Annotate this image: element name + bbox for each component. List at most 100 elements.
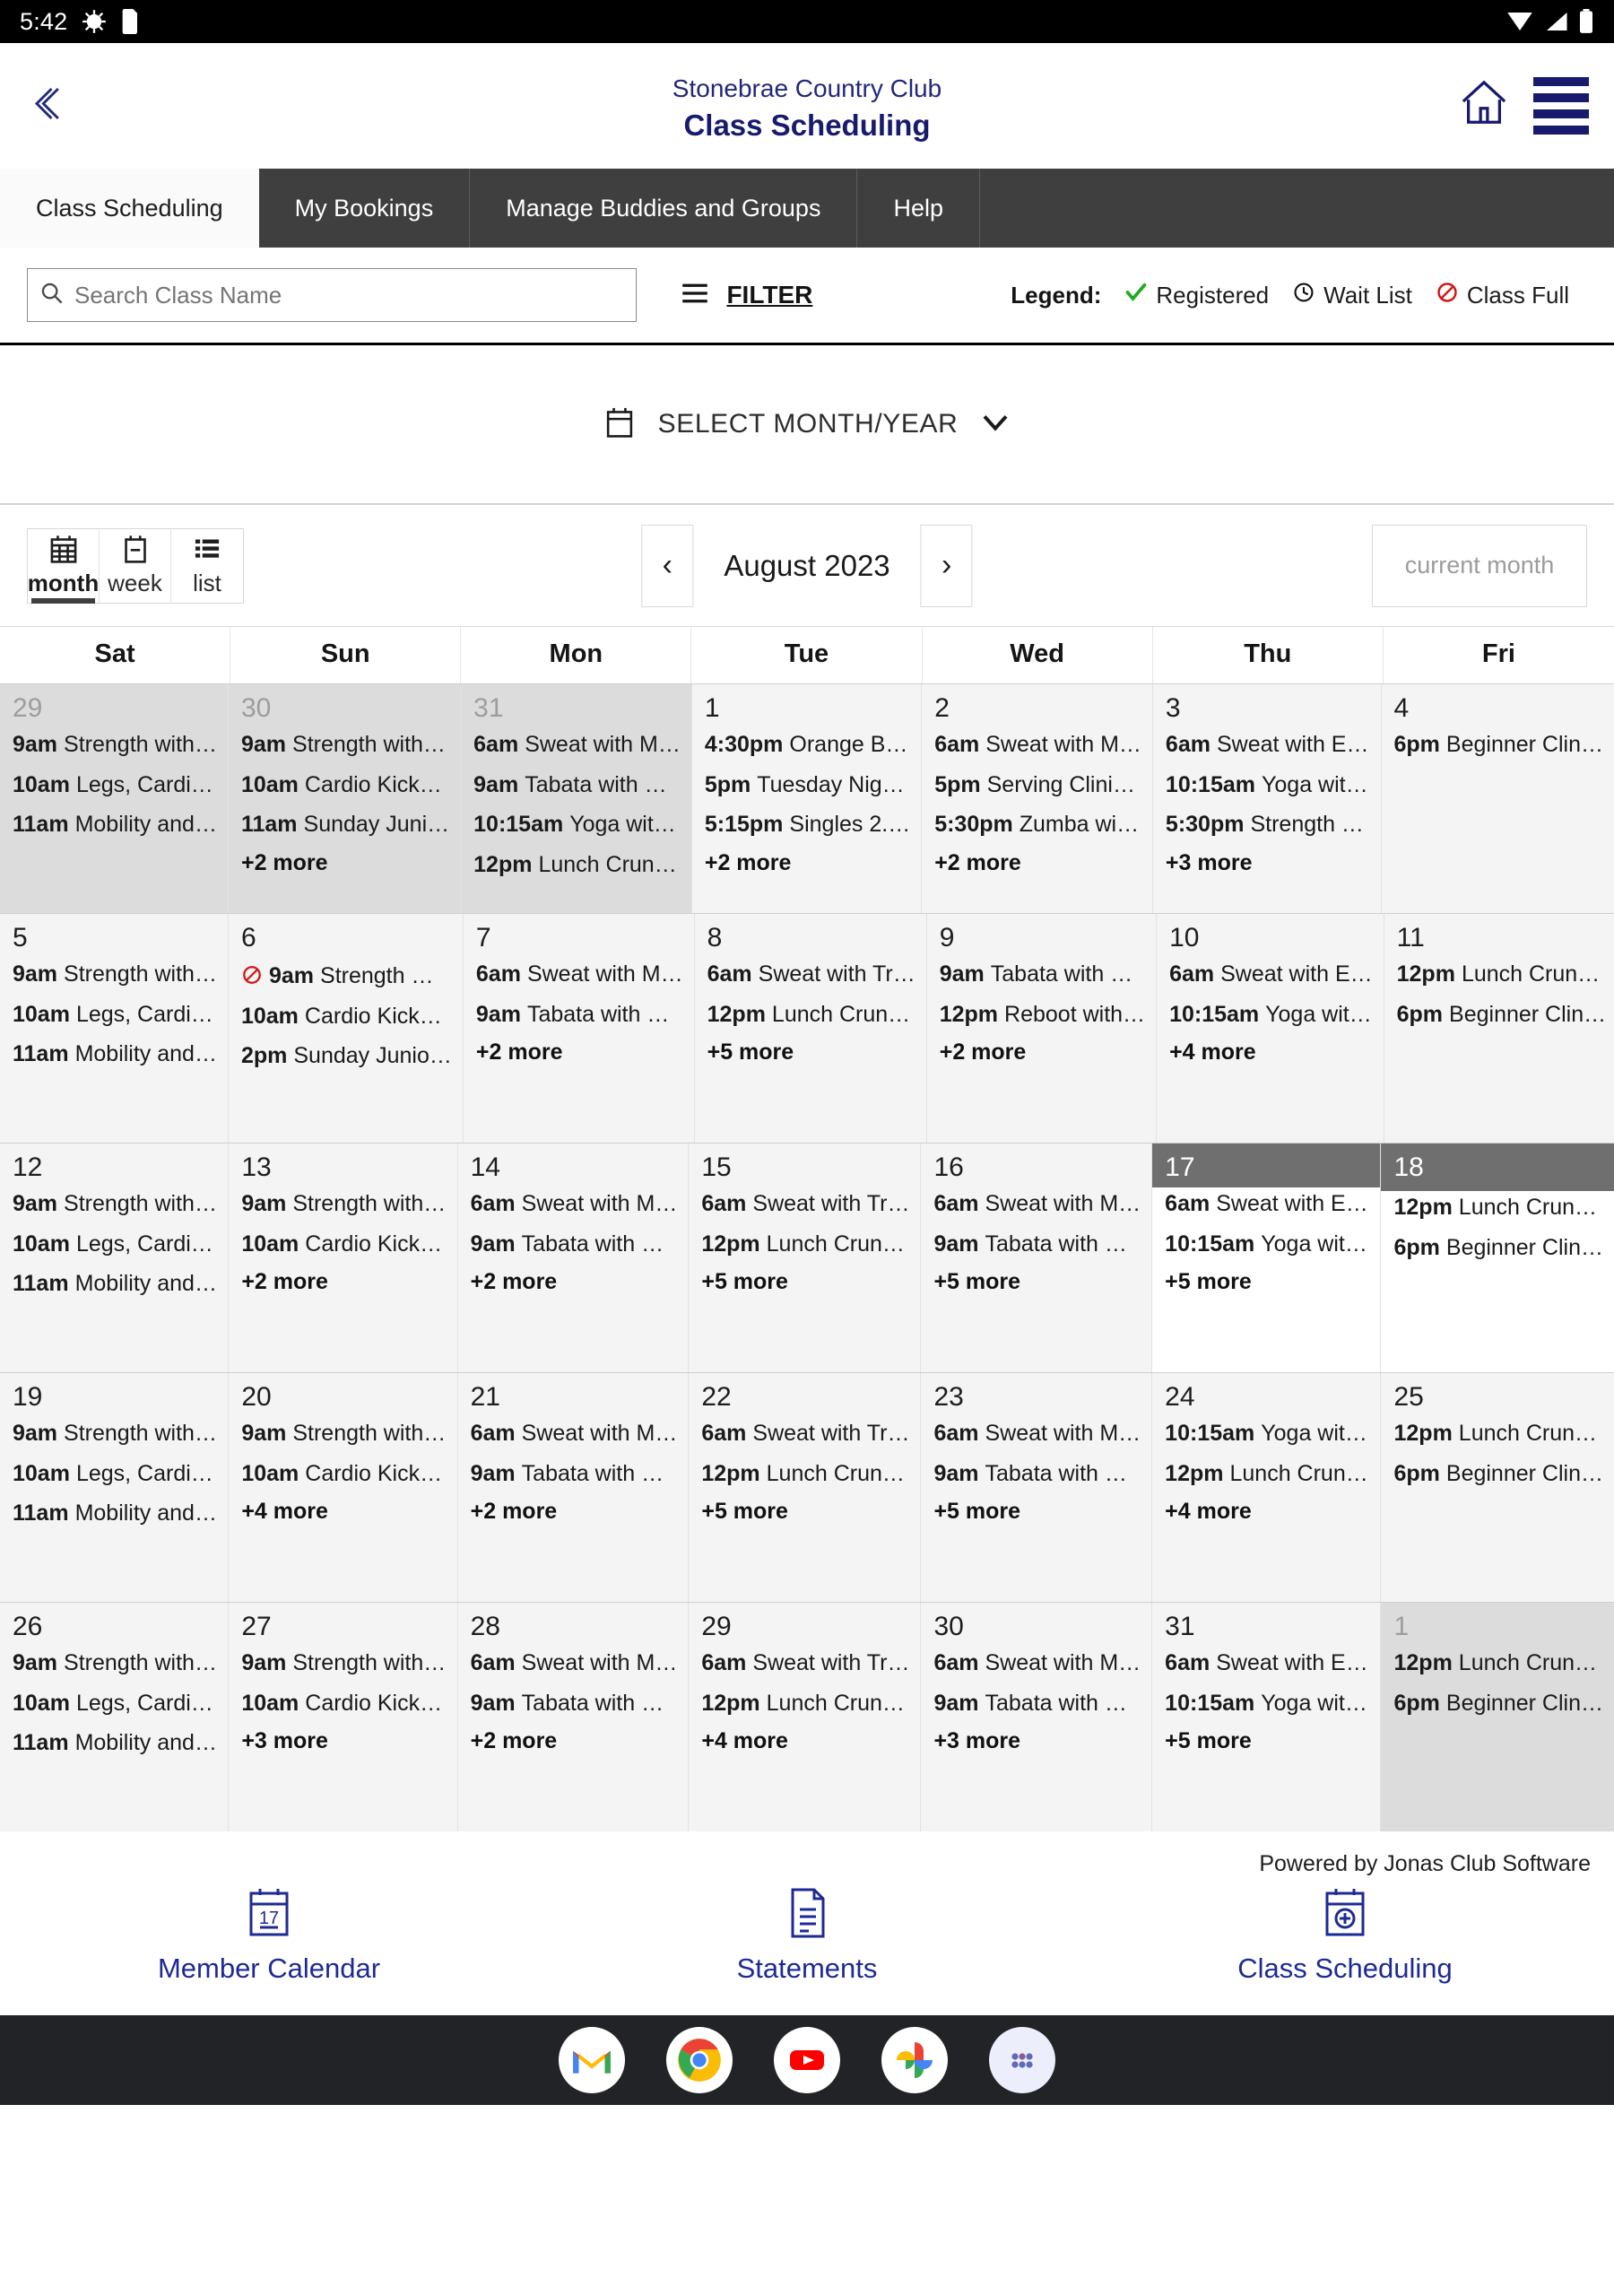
calendar-event[interactable]: 5pm Tuesday Nig… bbox=[705, 772, 910, 799]
calendar-event[interactable]: 6am Sweat with Tr… bbox=[707, 961, 915, 988]
calendar-day-cell[interactable]: 2 6am Sweat with M… 5pm Serving Clini… 5:30pm… bbox=[922, 684, 1153, 913]
calendar-event[interactable]: 6am Sweat with E… bbox=[1165, 1650, 1369, 1677]
calendar-day-cell[interactable]: 18 12pm Lunch Crun… 6pm Beginner Clin… bbox=[1381, 1144, 1614, 1372]
calendar-event[interactable]: 6pm Beginner Clin… bbox=[1394, 732, 1604, 759]
calendar-event[interactable]: 12pm Lunch Crun… bbox=[1393, 1421, 1603, 1448]
calendar-day-cell[interactable]: 13 9am Strength with… 10am Cardio Kick… +2 mo… bbox=[229, 1144, 458, 1372]
calendar-event[interactable]: 9am Strength with… bbox=[241, 732, 449, 759]
calendar-event[interactable]: 10am Legs, Cardi… bbox=[13, 1231, 217, 1258]
more-events-link[interactable]: +4 more bbox=[1152, 1499, 1380, 1525]
search-input[interactable] bbox=[74, 281, 623, 309]
calendar-event[interactable]: 10am Legs, Cardi… bbox=[13, 772, 217, 799]
calendar-event[interactable]: 9am Tabata with … bbox=[476, 1002, 683, 1029]
current-month-button[interactable]: current month bbox=[1372, 524, 1587, 607]
calendar-event[interactable]: 6am Sweat with M… bbox=[471, 1421, 678, 1448]
calendar-day-cell[interactable]: 28 6am Sweat with M… 9am Tabata with … +2 mor… bbox=[457, 1603, 690, 1831]
google-photos-icon[interactable] bbox=[881, 2027, 948, 2093]
calendar-event[interactable]: 6pm Beginner Clin… bbox=[1393, 1235, 1603, 1262]
calendar-day-cell[interactable]: 21 6am Sweat with M… 9am Tabata with … +2 mor… bbox=[457, 1373, 690, 1602]
calendar-day-cell[interactable]: 29 9am Strength with… 10am Legs, Cardi… 11am M… bbox=[0, 684, 229, 913]
calendar-event[interactable]: 6am Sweat with Tr… bbox=[701, 1421, 909, 1448]
more-events-link[interactable]: +5 more bbox=[921, 1269, 1151, 1295]
more-events-link[interactable]: +5 more bbox=[689, 1499, 920, 1525]
more-events-link[interactable]: +2 more bbox=[464, 1039, 694, 1065]
calendar-event[interactable]: 10am Cardio Kick… bbox=[241, 1461, 446, 1488]
calendar-event[interactable]: 6am Sweat with Tr… bbox=[701, 1650, 909, 1677]
calendar-event[interactable]: 4:30pm Orange B… bbox=[705, 732, 910, 759]
calendar-day-cell[interactable]: 25 12pm Lunch Crun… 6pm Beginner Clin… bbox=[1381, 1373, 1614, 1602]
calendar-event[interactable]: 6pm Beginner Clin… bbox=[1397, 1002, 1607, 1029]
calendar-event[interactable]: 12pm Reboot with… bbox=[940, 1002, 1145, 1029]
calendar-event[interactable]: 10am Legs, Cardi… bbox=[13, 1461, 217, 1488]
calendar-day-cell[interactable]: 17 6am Sweat with E… 10:15am Yoga wit… +5 mor… bbox=[1152, 1144, 1382, 1372]
calendar-event[interactable]: 9am Strength with… bbox=[13, 961, 217, 988]
footer-item-statements[interactable]: Statements bbox=[538, 1886, 1076, 1985]
more-events-link[interactable]: +2 more bbox=[229, 1269, 456, 1295]
calendar-day-cell[interactable]: 1 12pm Lunch Crun… 6pm Beginner Clin… bbox=[1381, 1603, 1614, 1831]
youtube-icon[interactable] bbox=[774, 2027, 840, 2093]
home-icon[interactable] bbox=[1458, 79, 1510, 132]
calendar-event[interactable]: 6am Sweat with M… bbox=[934, 732, 1141, 759]
calendar-event[interactable]: 11am Mobility and… bbox=[13, 1271, 217, 1298]
view-month-button[interactable]: month bbox=[28, 528, 100, 604]
calendar-event[interactable]: 6am Sweat with M… bbox=[471, 1191, 678, 1218]
calendar-event[interactable]: 9am Tabata with … bbox=[940, 961, 1145, 988]
calendar-day-cell[interactable]: 10 6am Sweat with E… 10:15am Yoga wit… +4 mor… bbox=[1157, 914, 1384, 1143]
calendar-event[interactable]: 5:15pm Singles 2.… bbox=[705, 812, 910, 839]
calendar-day-cell[interactable]: 19 9am Strength with… 10am Legs, Cardi… 11am M… bbox=[0, 1373, 230, 1602]
calendar-event[interactable]: 9am Tabata with … bbox=[933, 1231, 1141, 1258]
more-events-link[interactable]: +5 more bbox=[695, 1039, 926, 1065]
footer-item-member-calendar[interactable]: 17 Member Calendar bbox=[0, 1886, 538, 1985]
calendar-event[interactable]: 9am Tabata with … bbox=[471, 1691, 678, 1718]
calendar-event[interactable]: 12pm Lunch Crun… bbox=[1165, 1461, 1369, 1488]
calendar-event[interactable]: 10am Cardio Kick… bbox=[241, 1691, 446, 1718]
calendar-event[interactable]: 9am Tabata with … bbox=[471, 1231, 678, 1258]
calendar-event[interactable]: 11am Mobility and… bbox=[13, 1041, 217, 1068]
view-list-button[interactable]: list bbox=[171, 528, 243, 603]
prev-month-button[interactable]: ‹ bbox=[641, 524, 694, 607]
calendar-event[interactable]: 5pm Serving Clini… bbox=[934, 772, 1141, 799]
calendar-day-cell[interactable]: 22 6am Sweat with Tr… 12pm Lunch Crun… +5 mor… bbox=[689, 1373, 922, 1602]
calendar-day-cell[interactable]: 29 6am Sweat with Tr… 12pm Lunch Crun… +4 mor… bbox=[689, 1603, 922, 1831]
filter-button[interactable]: FILTER bbox=[680, 280, 812, 311]
gmail-icon[interactable] bbox=[559, 2027, 625, 2093]
calendar-event[interactable]: 6am Sweat with Tr… bbox=[701, 1191, 909, 1218]
calendar-event[interactable]: 12pm Lunch Crun… bbox=[701, 1231, 909, 1258]
calendar-event[interactable]: 12pm Lunch Crun… bbox=[473, 852, 681, 879]
calendar-day-cell[interactable]: 30 9am Strength with… 10am Cardio Kick… 11am S… bbox=[228, 684, 462, 913]
calendar-event[interactable]: 6am Sweat with E… bbox=[1169, 961, 1373, 988]
calendar-day-cell[interactable]: 27 9am Strength with… 10am Cardio Kick… +3 mo… bbox=[229, 1603, 458, 1831]
more-events-link[interactable]: +3 more bbox=[1153, 850, 1381, 876]
calendar-event[interactable]: 9am Strength with… bbox=[13, 732, 217, 759]
calendar-event[interactable]: 6am Sweat with M… bbox=[476, 961, 683, 988]
calendar-event[interactable]: 10:15am Yoga wit… bbox=[1169, 1002, 1373, 1029]
calendar-event[interactable]: 10:15am Yoga wit… bbox=[1165, 1421, 1369, 1448]
calendar-day-cell[interactable]: 3 6am Sweat with E… 10:15am Yoga wit… 5:30pm S… bbox=[1152, 684, 1382, 913]
calendar-day-cell[interactable]: 24 10:15am Yoga wit… 12pm Lunch Crun… +4 more bbox=[1152, 1373, 1382, 1602]
more-events-link[interactable]: +5 more bbox=[689, 1269, 920, 1295]
more-events-link[interactable]: +5 more bbox=[921, 1499, 1151, 1525]
calendar-day-cell[interactable]: 26 9am Strength with… 10am Legs, Cardi… 11am M… bbox=[0, 1603, 230, 1831]
calendar-day-cell[interactable]: 30 6am Sweat with M… 9am Tabata with … +3 mor… bbox=[921, 1603, 1153, 1831]
calendar-day-cell[interactable]: 6 9am Strength … 10am Cardio Kick… 2pm Sunday … bbox=[228, 914, 464, 1143]
calendar-event[interactable]: 2pm Sunday Junio… bbox=[241, 1043, 452, 1070]
calendar-event[interactable]: 9am Tabata with … bbox=[471, 1461, 678, 1488]
back-chevron-icon[interactable] bbox=[27, 80, 66, 131]
calendar-event[interactable]: 9am Strength with… bbox=[13, 1650, 217, 1677]
calendar-event[interactable]: 10am Legs, Cardi… bbox=[13, 1691, 217, 1718]
calendar-event[interactable]: 10am Cardio Kick… bbox=[241, 772, 449, 799]
calendar-event[interactable]: 9am Strength with… bbox=[241, 1650, 446, 1677]
calendar-event[interactable]: 11am Mobility and… bbox=[13, 1500, 217, 1527]
calendar-event[interactable]: 6am Sweat with M… bbox=[933, 1421, 1141, 1448]
more-events-link[interactable]: +2 more bbox=[229, 850, 460, 876]
calendar-event[interactable]: 10am Cardio Kick… bbox=[241, 1231, 446, 1258]
tab-class-scheduling[interactable]: Class Scheduling bbox=[0, 169, 259, 248]
footer-item-class-scheduling[interactable]: Class Scheduling bbox=[1076, 1886, 1614, 1985]
calendar-event[interactable]: 10:15am Yoga wit… bbox=[1165, 1231, 1369, 1258]
tab-help[interactable]: Help bbox=[857, 169, 980, 248]
calendar-event[interactable]: 9am Strength with… bbox=[241, 1191, 446, 1218]
calendar-day-cell[interactable]: 16 6am Sweat with M… 9am Tabata with … +5 mor… bbox=[921, 1144, 1153, 1372]
calendar-day-cell[interactable]: 31 6am Sweat with E… 10:15am Yoga wit… +5 mor… bbox=[1152, 1603, 1382, 1831]
calendar-event[interactable]: 5:30pm Strength … bbox=[1166, 812, 1370, 839]
more-events-link[interactable]: +5 more bbox=[1152, 1269, 1380, 1295]
